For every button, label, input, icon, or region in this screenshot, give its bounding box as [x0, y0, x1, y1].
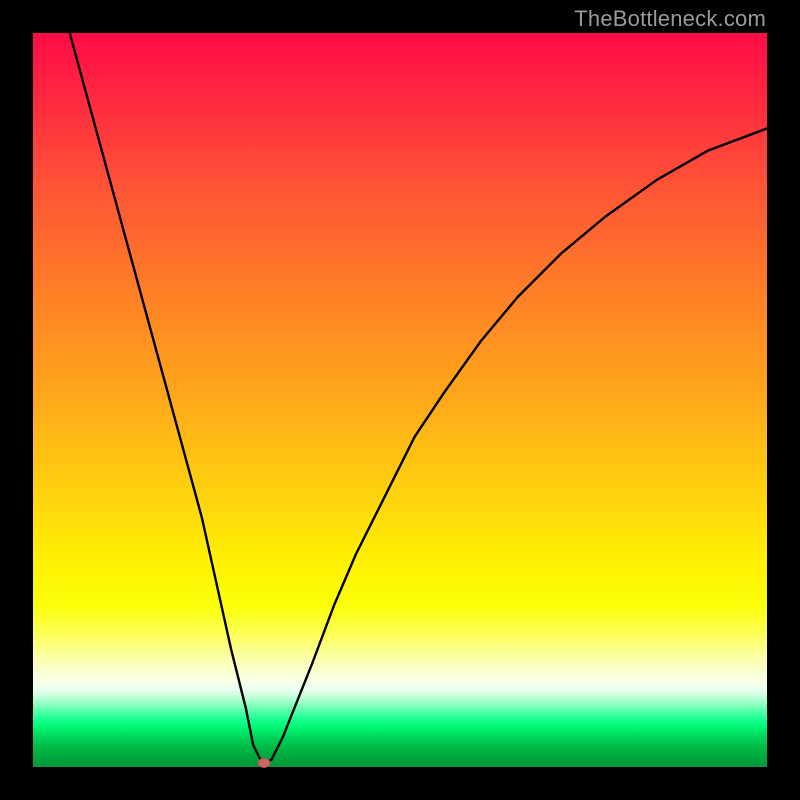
chart-marker-dot [258, 758, 271, 768]
chart-plot-area [33, 33, 767, 767]
chart-curve [33, 33, 767, 767]
watermark-text: TheBottleneck.com [574, 6, 766, 32]
